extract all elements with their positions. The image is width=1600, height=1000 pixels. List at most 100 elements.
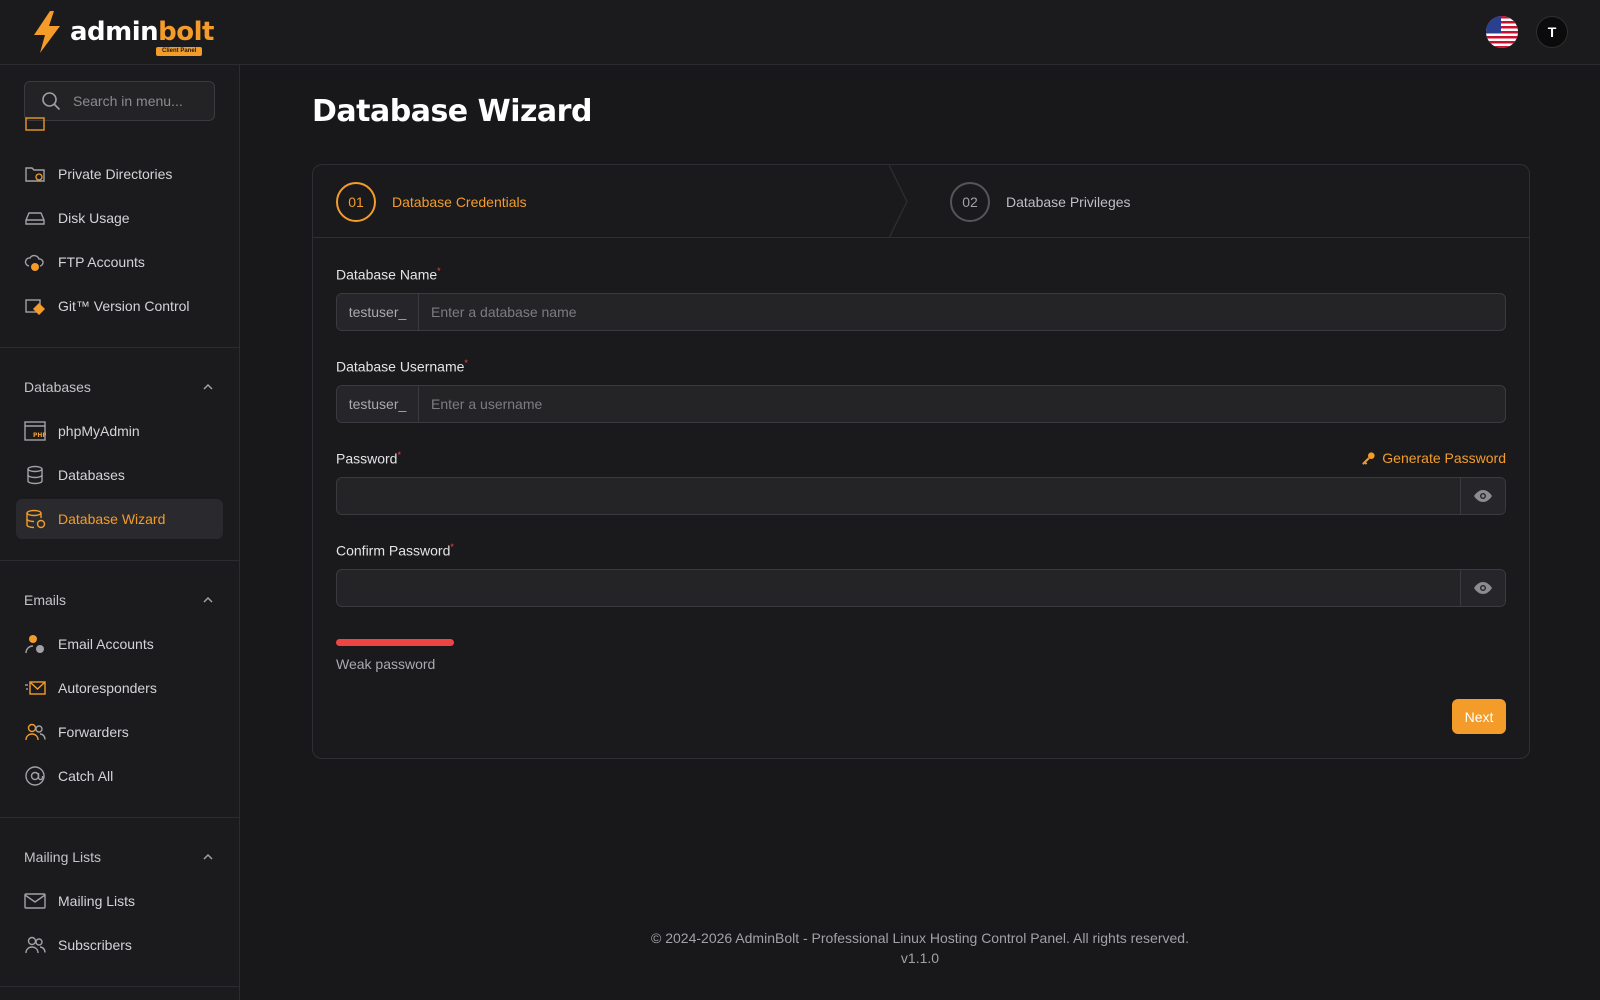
- db-name-prefix: testuser_: [337, 294, 419, 330]
- section-mailing-lists[interactable]: Mailing Lists: [24, 847, 214, 867]
- db-username-input-group: testuser_: [336, 385, 1506, 423]
- scrolled-item-icon: [24, 117, 46, 137]
- db-name-input-group: testuser_: [336, 293, 1506, 331]
- sidebar-item-label: Databases: [58, 467, 125, 483]
- search-input[interactable]: [73, 93, 203, 109]
- database-wizard-icon: [24, 508, 46, 530]
- step-number: 01: [336, 181, 376, 222]
- step-number: 02: [950, 181, 990, 222]
- section-title: Emails: [24, 592, 67, 608]
- search-icon: [42, 92, 60, 110]
- database-icon: [24, 464, 46, 486]
- brand-name: adminbolt: [70, 17, 214, 47]
- sidebar-divider: [0, 347, 239, 348]
- footer-copyright: © 2024-2026 AdminBolt - Professional Lin…: [651, 930, 1189, 946]
- sidebar-item-catch-all[interactable]: Catch All: [16, 756, 223, 796]
- sidebar-item-label: Subscribers: [58, 937, 132, 953]
- sidebar-item-label: Database Wizard: [58, 511, 166, 527]
- password-strength-bar: [336, 639, 454, 646]
- db-username-label: Database Username*: [336, 358, 468, 375]
- chevron-up-icon: [203, 853, 213, 860]
- sidebar-item-hidden[interactable]: [16, 117, 223, 137]
- step-label: Database Privileges: [1006, 193, 1131, 210]
- sidebar-item-ftp-accounts[interactable]: FTP Accounts: [16, 242, 223, 282]
- password-input[interactable]: [337, 478, 1460, 514]
- sidebar-item-databases[interactable]: Databases: [16, 455, 223, 495]
- sidebar-item-label: phpMyAdmin: [58, 423, 140, 439]
- sidebar-item-git[interactable]: Git™ Version Control: [16, 286, 223, 326]
- git-icon: [24, 295, 46, 317]
- footer: © 2024-2026 AdminBolt - Professional Lin…: [240, 928, 1600, 968]
- hard-drive-icon: [24, 207, 46, 229]
- sidebar-item-label: Email Accounts: [58, 636, 154, 652]
- section-databases[interactable]: Databases: [24, 377, 214, 397]
- password-input-group: [336, 477, 1506, 515]
- chevron-up-icon: [203, 596, 213, 603]
- sidebar-item-label: FTP Accounts: [58, 254, 145, 270]
- toggle-confirm-password-visibility[interactable]: [1460, 570, 1505, 606]
- sidebar-item-label: Autoresponders: [58, 680, 157, 696]
- sidebar-item-label: Mailing Lists: [58, 893, 136, 909]
- db-name-input[interactable]: [419, 294, 1505, 330]
- sidebar-search[interactable]: [24, 81, 215, 121]
- generate-password-button[interactable]: Generate Password: [1361, 450, 1506, 466]
- db-username-prefix: testuser_: [337, 386, 419, 422]
- brand-logo[interactable]: adminbolt Client Panel: [30, 11, 214, 56]
- password-strength-text: Weak password: [336, 656, 436, 672]
- step-separator-icon: [889, 165, 908, 238]
- envelope-icon: [24, 890, 46, 912]
- sidebar-item-autoresponders[interactable]: Autoresponders: [16, 668, 223, 708]
- wizard-steps: 01 Database Credentials 02 Database Priv…: [313, 165, 1529, 238]
- sidebar-item-label: Private Directories: [58, 166, 173, 182]
- toggle-password-visibility[interactable]: [1460, 478, 1505, 514]
- forwarders-icon: [24, 721, 46, 743]
- confirm-password-input[interactable]: [337, 570, 1460, 606]
- sidebar-item-database-wizard[interactable]: Database Wizard: [16, 499, 223, 539]
- svg-text:PHP: PHP: [33, 432, 46, 439]
- sidebar-item-label: Forwarders: [58, 724, 129, 740]
- sidebar-item-disk-usage[interactable]: Disk Usage: [16, 198, 223, 238]
- confirm-password-label: Confirm Password*: [336, 542, 454, 559]
- sidebar-item-mailing-lists[interactable]: Mailing Lists: [16, 881, 223, 921]
- next-button[interactable]: Next: [1452, 699, 1506, 734]
- footer-version: v1.1.0: [900, 950, 940, 966]
- us-flag-icon[interactable]: [1486, 16, 1518, 48]
- step-label: Database Credentials: [392, 193, 527, 210]
- php-window-icon: PHP: [24, 420, 46, 442]
- bolt-logo-icon: [34, 11, 60, 53]
- brand-badge: Client Panel: [156, 47, 203, 56]
- eye-icon: [1474, 582, 1492, 594]
- generate-password-label: Generate Password: [1382, 450, 1506, 466]
- email-user-icon: [24, 633, 46, 655]
- db-username-input[interactable]: [419, 386, 1505, 422]
- sidebar-divider: [0, 986, 239, 987]
- sidebar-item-subscribers[interactable]: Subscribers: [16, 925, 223, 965]
- eye-icon: [1474, 490, 1492, 502]
- page-title: Database Wizard: [312, 94, 592, 129]
- folder-lock-icon: [24, 163, 46, 185]
- ftp-cloud-icon: [24, 251, 46, 273]
- sidebar-item-private-directories[interactable]: Private Directories: [16, 154, 223, 194]
- section-title: Mailing Lists: [24, 849, 102, 865]
- sidebar-item-phpmyadmin[interactable]: PHP phpMyAdmin: [16, 411, 223, 451]
- db-name-label: Database Name*: [336, 266, 441, 283]
- subscribers-icon: [24, 934, 46, 956]
- sidebar: Private Directories Disk Usage FTP Accou…: [0, 65, 240, 1000]
- sidebar-divider: [0, 560, 239, 561]
- section-title: Databases: [24, 379, 91, 395]
- autoresponder-icon: [24, 677, 46, 699]
- sidebar-divider: [0, 817, 239, 818]
- password-label: Password*: [336, 450, 401, 467]
- top-bar: adminbolt Client Panel T: [0, 0, 1600, 65]
- step-credentials[interactable]: 01 Database Credentials: [336, 165, 527, 238]
- sidebar-item-forwarders[interactable]: Forwarders: [16, 712, 223, 752]
- user-avatar[interactable]: T: [1536, 16, 1568, 48]
- sidebar-item-label: Git™ Version Control: [58, 298, 190, 314]
- chevron-up-icon: [203, 383, 213, 390]
- wizard-card: 01 Database Credentials 02 Database Priv…: [312, 164, 1530, 759]
- section-emails[interactable]: Emails: [24, 590, 214, 610]
- step-privileges[interactable]: 02 Database Privileges: [950, 165, 1131, 238]
- sidebar-item-email-accounts[interactable]: Email Accounts: [16, 624, 223, 664]
- at-sign-icon: [24, 765, 46, 787]
- key-icon: [1362, 451, 1375, 465]
